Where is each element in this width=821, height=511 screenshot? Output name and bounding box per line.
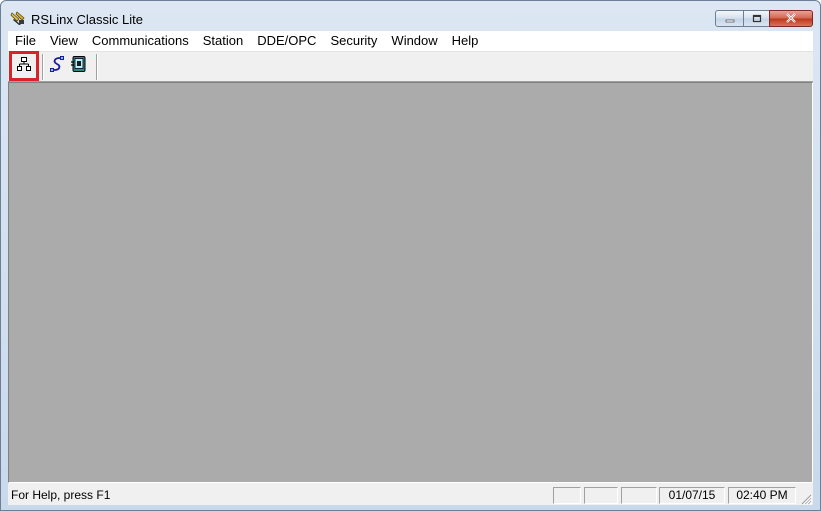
- menu-communications[interactable]: Communications: [85, 31, 196, 51]
- close-icon: [785, 10, 797, 28]
- rswho-network-icon: [16, 56, 32, 77]
- configure-drivers-icon: [48, 55, 66, 78]
- application-window: RSLinx Classic Lite File View Communicat…: [0, 0, 821, 511]
- menu-bar: File View Communications Station DDE/OPC…: [8, 31, 813, 51]
- caption-buttons: [715, 10, 813, 28]
- minimize-icon: [725, 10, 735, 28]
- status-panel-empty: [584, 487, 618, 504]
- mdi-workspace[interactable]: [8, 82, 813, 483]
- minimize-button[interactable]: [715, 10, 744, 27]
- window-title: RSLinx Classic Lite: [31, 12, 143, 27]
- configure-shortcuts-icon: [70, 55, 88, 78]
- configure-shortcuts-button[interactable]: [68, 55, 90, 77]
- title-bar[interactable]: RSLinx Classic Lite: [1, 1, 820, 31]
- status-help-text: For Help, press F1: [11, 488, 111, 502]
- menu-help[interactable]: Help: [445, 31, 486, 51]
- configure-drivers-button[interactable]: [46, 55, 68, 77]
- status-time: 02:40 PM: [728, 487, 796, 504]
- menu-window[interactable]: Window: [384, 31, 444, 51]
- close-button[interactable]: [769, 10, 813, 27]
- rslinx-app-icon[interactable]: [10, 10, 26, 26]
- maximize-button[interactable]: [743, 10, 770, 27]
- status-panel-empty: [553, 487, 581, 504]
- toolbar-separator: [42, 54, 44, 80]
- rswho-button[interactable]: [9, 51, 39, 81]
- menu-dde-opc[interactable]: DDE/OPC: [250, 31, 323, 51]
- toolbar-separator: [96, 54, 98, 80]
- status-date: 01/07/15: [659, 487, 725, 504]
- menu-security[interactable]: Security: [323, 31, 384, 51]
- resize-grip-icon[interactable]: [800, 492, 813, 506]
- maximize-icon: [752, 10, 762, 28]
- menu-view[interactable]: View: [43, 31, 85, 51]
- menu-station[interactable]: Station: [196, 31, 250, 51]
- status-bar: For Help, press F1 01/07/15 02:40 PM: [8, 483, 813, 506]
- toolbar: [8, 51, 813, 82]
- client-area: File View Communications Station DDE/OPC…: [8, 31, 813, 506]
- status-panel-empty: [621, 487, 657, 504]
- menu-file[interactable]: File: [8, 31, 43, 51]
